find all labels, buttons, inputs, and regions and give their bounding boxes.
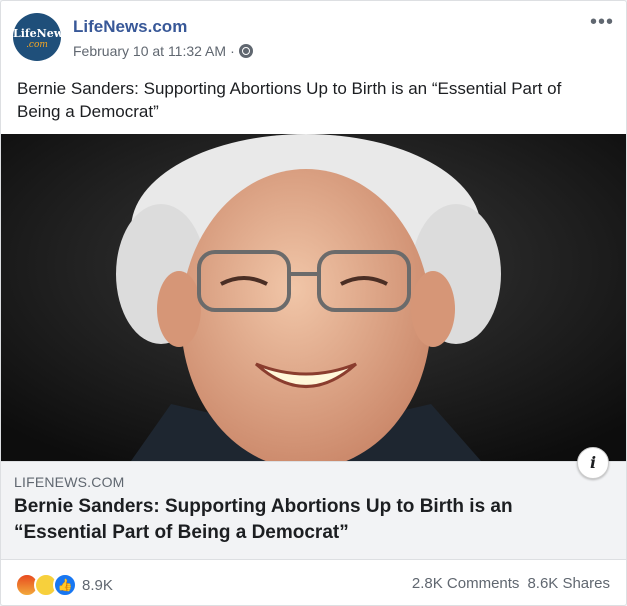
reaction-count: 8.9K xyxy=(82,576,113,594)
reactions-summary[interactable]: 👍 8.9K xyxy=(15,573,113,597)
link-preview[interactable]: LIFENEWS.COM Bernie Sanders: Supporting … xyxy=(1,461,626,560)
post-timestamp[interactable]: February 10 at 11:32 AM xyxy=(73,43,226,59)
page-name-link[interactable]: LifeNews.com xyxy=(73,17,187,37)
post-footer: 👍 8.9K 2.8K Comments 8.6K Shares xyxy=(1,561,626,605)
avatar-logo-text: LifeNews xyxy=(13,27,61,40)
like-icon: 👍 xyxy=(53,573,77,597)
engagement-counts: 2.8K Comments 8.6K Shares xyxy=(412,575,610,592)
info-icon[interactable]: i xyxy=(577,447,609,479)
link-domain: LIFENEWS.COM xyxy=(14,474,125,490)
post-meta: February 10 at 11:32 AM · xyxy=(73,43,253,59)
link-preview-image[interactable] xyxy=(1,134,626,461)
post-text: Bernie Sanders: Supporting Abortions Up … xyxy=(17,79,562,121)
portrait-illustration xyxy=(1,134,626,461)
link-title[interactable]: Bernie Sanders: Supporting Abortions Up … xyxy=(14,494,604,546)
post-card: LifeNews .com LifeNews.com February 10 a… xyxy=(0,0,627,606)
more-options-button[interactable]: ••• xyxy=(590,11,614,34)
comments-count[interactable]: 2.8K Comments xyxy=(412,575,520,592)
meta-separator: · xyxy=(230,43,235,59)
shares-count[interactable]: 8.6K Shares xyxy=(527,575,610,592)
avatar-logo-subtext: .com xyxy=(26,40,48,50)
globe-icon[interactable] xyxy=(238,44,253,58)
page-avatar[interactable]: LifeNews .com xyxy=(13,13,61,61)
